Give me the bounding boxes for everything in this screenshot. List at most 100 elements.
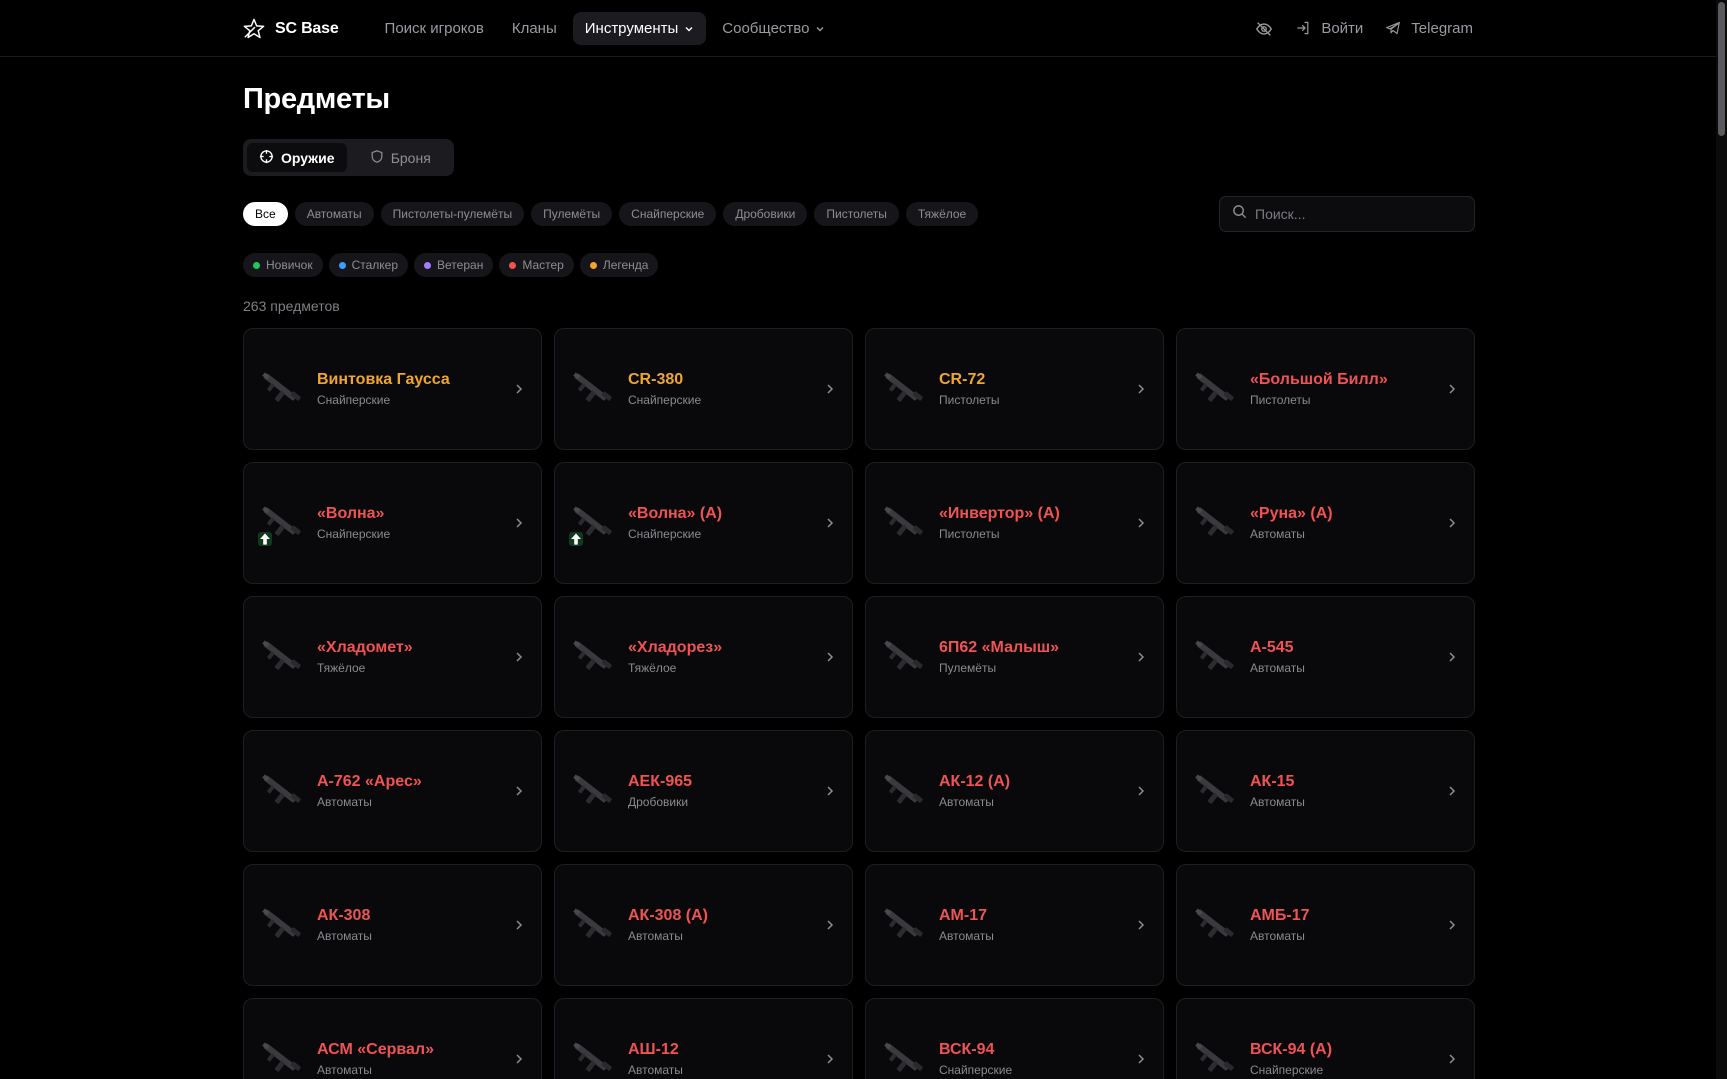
filter-sniper[interactable]: Снайперские [619, 202, 717, 226]
item-card[interactable]: CR-72 Пистолеты [865, 328, 1164, 450]
rarity-legend[interactable]: Легенда [579, 253, 659, 277]
card-text: «Руна» (А) Автоматы [1250, 505, 1333, 541]
telegram-icon [1385, 20, 1403, 38]
weapon-thumbnail [256, 766, 306, 816]
item-category: Автоматы [1250, 929, 1305, 943]
segment-weapons[interactable]: Оружие [247, 143, 347, 172]
item-card[interactable]: АК-308 (А) Автоматы [554, 864, 853, 986]
chevron-right-icon [1446, 1053, 1458, 1065]
scrollbar-thumb[interactable] [1718, 2, 1725, 136]
item-category: Снайперские [317, 393, 391, 407]
item-card[interactable]: АМБ-17 Автоматы [1176, 864, 1475, 986]
item-name: АМ-17 [939, 907, 988, 924]
item-name: АК-308 [317, 907, 371, 924]
eye-off-icon[interactable] [1255, 20, 1273, 38]
item-card[interactable]: Винтовка Гаусса Снайперские [243, 328, 542, 450]
rarity-veteran[interactable]: Ветеран [414, 253, 494, 277]
card-text: «Волна» (А) Снайперские [628, 505, 722, 541]
nav-community[interactable]: Сообщество [710, 12, 837, 45]
card-text: АК-308 Автоматы [317, 907, 372, 943]
card-text: ВСК-94 (А) Снайперские [1250, 1041, 1332, 1077]
rarity-label: Мастер [522, 258, 564, 272]
filter-heavy[interactable]: Тяжёлое [905, 202, 979, 226]
card-text: АК-308 (А) Автоматы [628, 907, 708, 943]
filter-assault-rifles[interactable]: Автоматы [294, 202, 374, 226]
filter-shotguns[interactable]: Дробовики [723, 202, 808, 226]
item-card[interactable]: «Хладорез» Тяжёлое [554, 596, 853, 718]
scrollbar[interactable] [1716, 0, 1727, 1079]
item-card[interactable]: А-762 «Арес» Автоматы [243, 730, 542, 852]
item-card[interactable]: «Волна» (А) Снайперские [554, 462, 853, 584]
nav-tools-label: Инструменты [584, 20, 679, 37]
card-text: «Инвертор» (А) Пистолеты [939, 505, 1060, 541]
page-title: Предметы [243, 83, 390, 115]
nav-tools[interactable]: Инструменты [572, 12, 707, 45]
item-card[interactable]: «Инвертор» (А) Пистолеты [865, 462, 1164, 584]
card-text: «Большой Билл» Пистолеты [1250, 371, 1388, 407]
item-card[interactable]: ВСК-94 Снайперские [865, 998, 1164, 1079]
item-card[interactable]: «Волна» Снайперские [243, 462, 542, 584]
weapon-thumbnail [567, 766, 617, 816]
weapon-thumbnail [878, 498, 928, 548]
weapon-thumbnail [256, 900, 306, 950]
telegram-link[interactable]: Telegram [1385, 20, 1473, 38]
item-card[interactable]: АЕК-965 Дробовики [554, 730, 853, 852]
weapon-thumbnail [256, 1034, 306, 1079]
weapon-thumbnail [878, 364, 928, 414]
search-input[interactable] [1255, 206, 1455, 222]
card-text: «Хладомет» Тяжёлое [317, 639, 413, 675]
rarity-master[interactable]: Мастер [499, 253, 574, 277]
card-text: АК-12 (А) Автоматы [939, 773, 1010, 809]
nav-players[interactable]: Поиск игроков [373, 12, 496, 45]
item-card[interactable]: АК-12 (А) Автоматы [865, 730, 1164, 852]
rarity-novice[interactable]: Новичок [243, 253, 323, 277]
item-category: Автоматы [628, 1063, 683, 1077]
logo[interactable]: SC Base [243, 18, 339, 40]
filter-machine-guns[interactable]: Пулемёты [531, 202, 613, 226]
item-name: CR-380 [628, 371, 684, 388]
item-card[interactable]: CR-380 Снайперские [554, 328, 853, 450]
item-name: «Инвертор» (А) [939, 505, 1060, 522]
search-icon [1232, 204, 1247, 224]
item-card[interactable]: «Руна» (А) Автоматы [1176, 462, 1475, 584]
nav-clans[interactable]: Кланы [500, 12, 569, 45]
chevron-down-icon [684, 24, 694, 34]
item-card[interactable]: «Хладомет» Тяжёлое [243, 596, 542, 718]
item-card[interactable]: АСМ «Сервал» Автоматы [243, 998, 542, 1079]
chevron-right-icon [824, 651, 836, 663]
item-category: Снайперские [939, 1063, 1013, 1077]
rarity-stalker[interactable]: Сталкер [328, 253, 409, 277]
item-name: АЕК-965 [628, 773, 693, 790]
filter-pistols[interactable]: Пистолеты [814, 202, 899, 226]
filter-smg[interactable]: Пистолеты-пулемёты [380, 202, 525, 226]
item-category: Снайперские [628, 393, 702, 407]
item-card[interactable]: АК-15 Автоматы [1176, 730, 1475, 852]
login-link[interactable]: Войти [1295, 20, 1363, 38]
chevron-right-icon [513, 383, 525, 395]
filter-all[interactable]: Все [243, 202, 288, 226]
card-text: АК-15 Автоматы [1250, 773, 1305, 809]
item-card[interactable]: АШ-12 Автоматы [554, 998, 853, 1079]
card-text: 6П62 «Малыш» Пулемёты [939, 639, 1059, 675]
weapon-thumbnail [567, 498, 617, 548]
item-card[interactable]: А-545 Автоматы [1176, 596, 1475, 718]
item-card[interactable]: АМ-17 Автоматы [865, 864, 1164, 986]
segment-armor-label: Броня [390, 149, 431, 166]
segment-armor[interactable]: Броня [351, 143, 451, 172]
item-name: «Руна» (А) [1250, 505, 1333, 522]
chevron-down-icon [815, 24, 825, 34]
item-card[interactable]: ВСК-94 (А) Снайперские [1176, 998, 1475, 1079]
shield-icon [370, 149, 384, 167]
item-category: Пистолеты [939, 527, 1000, 541]
item-card[interactable]: 6П62 «Малыш» Пулемёты [865, 596, 1164, 718]
rarity-dot [509, 261, 517, 269]
item-card[interactable]: АК-308 Автоматы [243, 864, 542, 986]
weapon-thumbnail [256, 364, 306, 414]
nav-community-label: Сообщество [722, 20, 810, 37]
item-name: CR-72 [939, 371, 986, 388]
chevron-right-icon [1446, 919, 1458, 931]
weapon-thumbnail [567, 1034, 617, 1079]
weapon-thumbnail [878, 1034, 928, 1079]
item-card[interactable]: «Большой Билл» Пистолеты [1176, 328, 1475, 450]
chevron-right-icon [824, 919, 836, 931]
